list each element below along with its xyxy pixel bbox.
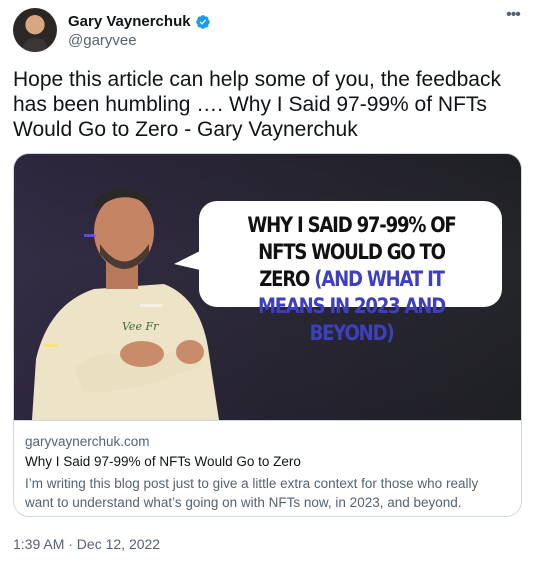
- author-handle[interactable]: @garyvee: [68, 32, 137, 49]
- more-options-icon[interactable]: •••: [503, 7, 523, 28]
- shirt-text: Vee Fr: [122, 320, 159, 333]
- card-description: I’m writing this blog post just to give …: [25, 476, 479, 510]
- tweet-header: Gary Vaynerchuk @garyvee •••: [13, 7, 523, 58]
- tweet-timestamp[interactable]: 1:39 AM · Dec 12, 2022: [13, 536, 160, 552]
- image-headline: WHY I SAID 97-99% OF NFTS WOULD GO TO ZE…: [233, 212, 470, 347]
- card-image[interactable]: Vee Fr WHY I SAID 97-99% OF NFTS WOULD G…: [14, 154, 521, 420]
- verified-badge-icon: [195, 14, 210, 29]
- author-name-row[interactable]: Gary Vaynerchuk: [68, 13, 211, 30]
- card-meta[interactable]: garyvaynerchuk.com Why I Said 97-99% of …: [14, 420, 521, 516]
- avatar[interactable]: [13, 8, 57, 52]
- card-domain: garyvaynerchuk.com: [25, 434, 150, 449]
- card-title: Why I Said 97-99% of NFTs Would Go to Ze…: [25, 454, 301, 469]
- display-name[interactable]: Gary Vaynerchuk: [68, 13, 191, 30]
- link-preview-card[interactable]: Vee Fr WHY I SAID 97-99% OF NFTS WOULD G…: [13, 153, 522, 517]
- tweet-text: Hope this article can help some of you, …: [13, 68, 501, 141]
